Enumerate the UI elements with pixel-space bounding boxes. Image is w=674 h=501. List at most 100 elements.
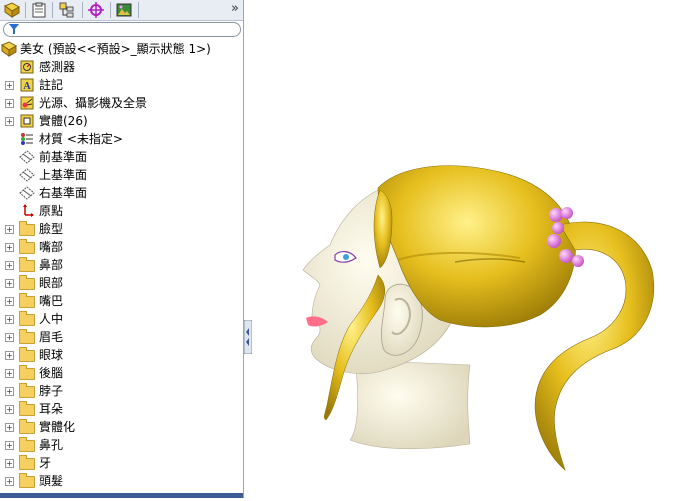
- tree-item[interactable]: + 耳朵: [0, 400, 243, 418]
- expand-toggle[interactable]: +: [5, 243, 14, 252]
- tree-item-label: 耳朵: [39, 402, 64, 416]
- expand-toggle[interactable]: +: [5, 459, 14, 468]
- expand-toggle[interactable]: +: [5, 405, 14, 414]
- tree-item[interactable]: 感測器: [0, 58, 243, 76]
- tree-item-label: 眼部: [39, 276, 64, 290]
- tree-item[interactable]: 前基準面: [0, 148, 243, 166]
- panel-bottom-bar: [0, 493, 243, 498]
- tree-item[interactable]: + A 註記: [0, 76, 243, 94]
- expand-toggle[interactable]: +: [5, 81, 14, 90]
- property-manager-icon[interactable]: [27, 0, 51, 19]
- tree-item[interactable]: 右基準面: [0, 184, 243, 202]
- tree-item[interactable]: + 後腦: [0, 364, 243, 382]
- expand-toggle[interactable]: +: [5, 279, 14, 288]
- tree-item[interactable]: 上基準面: [0, 166, 243, 184]
- dimxpert-icon[interactable]: [84, 0, 108, 19]
- tree-item[interactable]: + 實體(26): [0, 112, 243, 130]
- plane-icon: [19, 185, 35, 201]
- tree-item-label: 臉型: [39, 222, 64, 236]
- tree-item-label: 右基準面: [39, 186, 88, 200]
- tree-item-label: 嘴巴: [39, 294, 64, 308]
- plane-icon: [19, 149, 35, 165]
- tree-item[interactable]: + 鼻部: [0, 256, 243, 274]
- feature-tree: 美女 (預設<<預設>_顯示狀態 1>) 感測器 + A 註記 + 光源、攝影機及全景 + 實…: [0, 40, 243, 490]
- feature-manager-icon[interactable]: [0, 0, 24, 19]
- tree-item-label: 材質 <未指定>: [39, 132, 123, 146]
- tree-item[interactable]: 材質 <未指定>: [0, 130, 243, 148]
- expand-toggle[interactable]: +: [5, 387, 14, 396]
- folder-icon: [19, 455, 35, 471]
- expand-toggle[interactable]: +: [5, 225, 14, 234]
- tree-item-label: 嘴部: [39, 240, 64, 254]
- folder-icon: [19, 329, 35, 345]
- folder-icon: [19, 239, 35, 255]
- tree-item-label: 眉毛: [39, 330, 64, 344]
- tree-item-label: 鼻孔: [39, 438, 64, 452]
- configuration-manager-icon[interactable]: [55, 0, 79, 19]
- expand-toggle[interactable]: +: [5, 99, 14, 108]
- folder-icon: [19, 419, 35, 435]
- part-icon: [1, 41, 17, 57]
- sensor-icon: [19, 59, 35, 75]
- graphics-area[interactable]: [245, 0, 674, 498]
- folder-icon: [19, 401, 35, 417]
- expand-toggle[interactable]: +: [5, 441, 14, 450]
- tree-item-label: 光源、攝影機及全景: [39, 96, 148, 110]
- tree-item[interactable]: + 眼部: [0, 274, 243, 292]
- tree-item-label: 原點: [39, 204, 64, 218]
- panel-toolbar: »: [0, 0, 243, 21]
- tree-item-label: 後腦: [39, 366, 64, 380]
- tree-item[interactable]: + 眼球: [0, 346, 243, 364]
- expand-toggle[interactable]: +: [5, 261, 14, 270]
- display-manager-icon[interactable]: [112, 0, 136, 19]
- material-icon: [19, 131, 35, 147]
- expand-toggle[interactable]: +: [5, 351, 14, 360]
- origin-icon: [19, 203, 35, 219]
- expand-toggle[interactable]: +: [5, 297, 14, 306]
- solid-bodies-icon: [19, 113, 35, 129]
- tree-item[interactable]: + 脖子: [0, 382, 243, 400]
- tree-filter-input[interactable]: [3, 22, 241, 37]
- toolbar-overflow-button[interactable]: »: [231, 1, 239, 16]
- svg-text:A: A: [23, 81, 31, 92]
- tree-item[interactable]: + 人中: [0, 310, 243, 328]
- tree-item[interactable]: + 光源、攝影機及全景: [0, 94, 243, 112]
- tree-item[interactable]: + 鼻孔: [0, 436, 243, 454]
- tree-item-label: 頭髮: [39, 474, 64, 488]
- folder-icon: [19, 347, 35, 363]
- tree-item[interactable]: + 牙: [0, 454, 243, 472]
- lights-icon: [19, 95, 35, 111]
- expand-toggle[interactable]: +: [5, 369, 14, 378]
- expand-toggle[interactable]: +: [5, 477, 14, 486]
- folder-icon: [19, 365, 35, 381]
- tree-item-label: 註記: [39, 78, 64, 92]
- folder-icon: [19, 275, 35, 291]
- tree-item-label: 感測器: [39, 60, 76, 74]
- tree-root[interactable]: 美女 (預設<<預設>_顯示狀態 1>): [0, 40, 243, 58]
- tree-item-label: 脖子: [39, 384, 64, 398]
- tree-root-label: 美女 (預設<<預設>_顯示狀態 1>): [20, 42, 211, 56]
- tree-item-label: 實體化: [39, 420, 76, 434]
- tree-item[interactable]: + 實體化: [0, 418, 243, 436]
- expand-toggle[interactable]: +: [5, 333, 14, 342]
- folder-icon: [19, 383, 35, 399]
- tree-item[interactable]: + 臉型: [0, 220, 243, 238]
- tree-item[interactable]: 原點: [0, 202, 243, 220]
- annotation-icon: A: [19, 77, 35, 93]
- tree-item-label: 鼻部: [39, 258, 64, 272]
- plane-icon: [19, 167, 35, 183]
- head-model: [302, 165, 654, 471]
- tree-item-label: 眼球: [39, 348, 64, 362]
- expand-toggle[interactable]: +: [5, 117, 14, 126]
- tree-item[interactable]: + 嘴部: [0, 238, 243, 256]
- tree-item[interactable]: + 眉毛: [0, 328, 243, 346]
- tree-item[interactable]: + 嘴巴: [0, 292, 243, 310]
- tree-item[interactable]: + 頭髮: [0, 472, 243, 490]
- tree-item-label: 上基準面: [39, 168, 88, 182]
- expand-toggle[interactable]: +: [5, 423, 14, 432]
- folder-icon: [19, 257, 35, 273]
- folder-icon: [19, 293, 35, 309]
- tree-item-label: 牙: [39, 456, 52, 470]
- expand-toggle[interactable]: +: [5, 315, 14, 324]
- tree-item-label: 前基準面: [39, 150, 88, 164]
